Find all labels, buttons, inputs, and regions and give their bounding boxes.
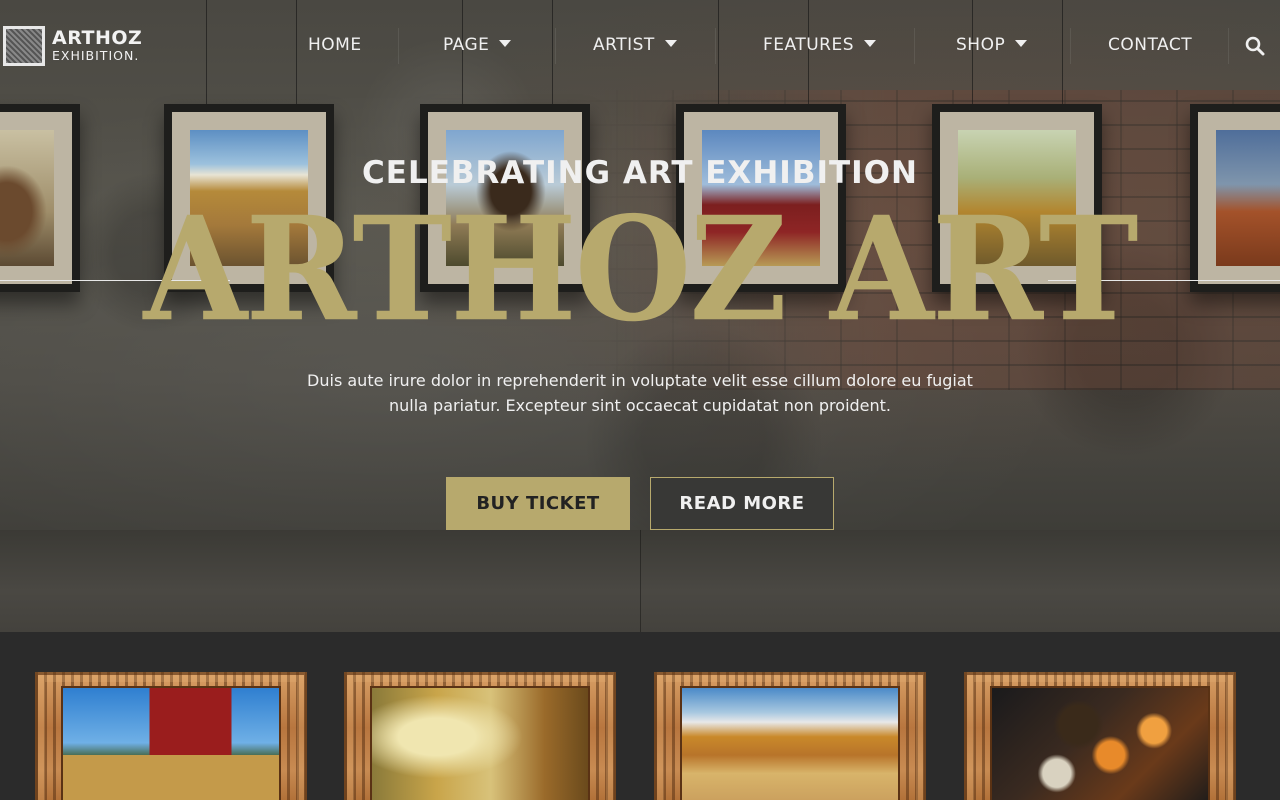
brand-tagline: EXHIBITION.	[52, 48, 140, 63]
nav-contact[interactable]: CONTACT	[1108, 35, 1192, 55]
nav-label: ARTIST	[593, 35, 655, 55]
chevron-down-icon	[499, 40, 512, 47]
nav-label: SHOP	[956, 35, 1006, 55]
nav-label: FEATURES	[763, 35, 855, 55]
nav-label: CONTACT	[1108, 35, 1193, 55]
nav-features[interactable]: FEATURES	[763, 35, 877, 55]
nav-shop[interactable]: SHOP	[956, 35, 1028, 55]
floor-seam	[640, 530, 641, 632]
read-more-button[interactable]: READ MORE	[650, 477, 834, 530]
chevron-down-icon	[864, 40, 877, 47]
painting-image	[61, 686, 281, 800]
nav-home[interactable]: HOME	[308, 35, 362, 55]
painting-image	[990, 686, 1210, 800]
hanging-wire	[206, 0, 207, 104]
search-icon[interactable]	[1245, 36, 1265, 56]
gallery-painting-forest[interactable]	[344, 672, 616, 800]
chevron-down-icon	[1015, 40, 1028, 47]
hero-title: ARTHOZ ART	[143, 184, 1138, 354]
nav-separator	[398, 28, 399, 64]
brand-logo[interactable]: ARTHOZ EXHIBITION.	[3, 26, 142, 66]
nav-page[interactable]: PAGE	[443, 35, 512, 55]
hero-description: Duis aute irure dolor in reprehenderit i…	[307, 371, 973, 415]
nav-separator	[715, 28, 716, 64]
painting-image	[680, 686, 900, 800]
buy-ticket-button[interactable]: BUY TICKET	[446, 477, 630, 530]
nav-separator	[914, 28, 915, 64]
hanging-wire	[1062, 0, 1063, 104]
painting-image	[370, 686, 590, 800]
brand-name: ARTHOZ	[52, 27, 143, 49]
gallery-section	[0, 632, 1280, 800]
nav-label: PAGE	[443, 35, 490, 55]
nav-separator	[1070, 28, 1071, 64]
nav-separator	[1228, 28, 1229, 64]
nav-separator	[555, 28, 556, 64]
hanging-wire	[296, 0, 297, 104]
chevron-down-icon	[664, 40, 677, 47]
gallery-painting-barn[interactable]	[35, 672, 307, 800]
gallery-painting-road[interactable]	[654, 672, 926, 800]
hanging-wire	[552, 0, 553, 104]
gallery-painting-abstract[interactable]	[964, 672, 1236, 800]
nav-artist[interactable]: ARTIST	[593, 35, 677, 55]
hero-section: ARTHOZ EXHIBITION. HOME PAGE ARTIST FEAT…	[0, 0, 1280, 632]
nav-label: HOME	[308, 35, 362, 55]
hanging-wire	[718, 0, 719, 104]
logo-emblem-icon	[3, 26, 45, 66]
